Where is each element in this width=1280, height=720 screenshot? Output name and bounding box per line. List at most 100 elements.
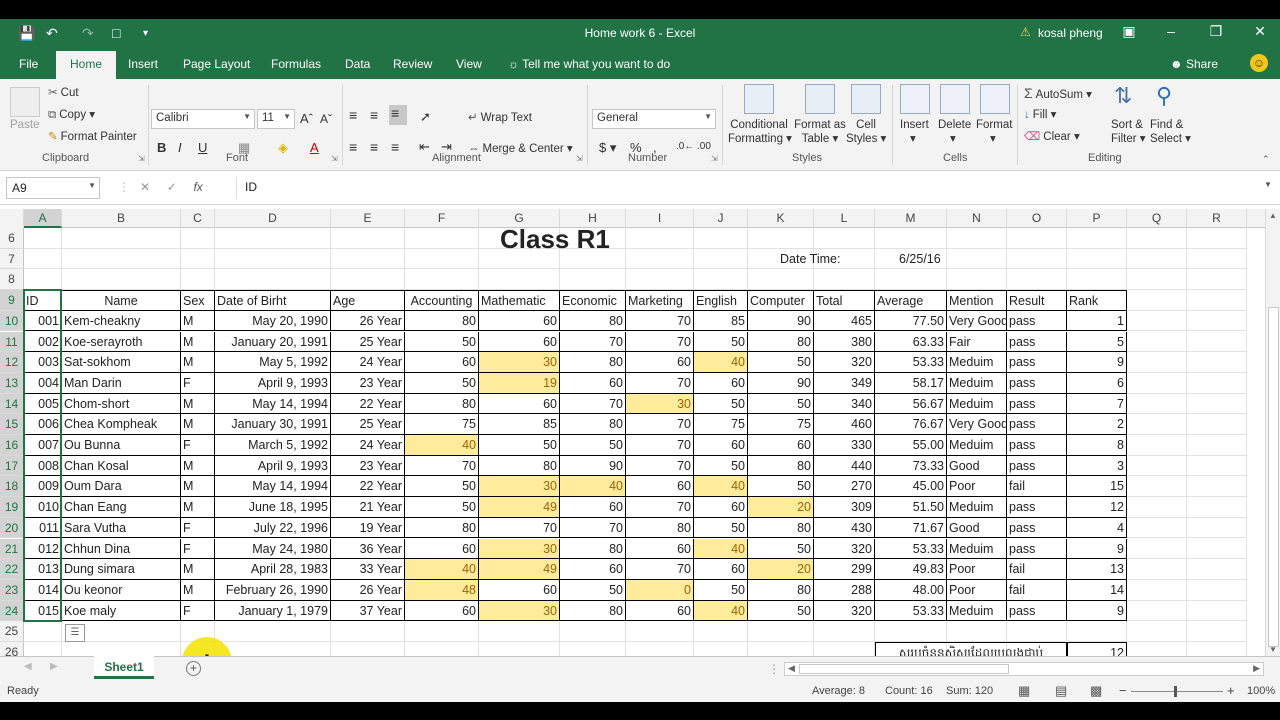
empty-cell[interactable] [24,621,62,642]
clear-button[interactable]: ⌫ Clear ▾ [1024,129,1080,143]
empty-cell[interactable] [1187,331,1247,353]
table-cell[interactable]: F [181,372,215,394]
tab-data[interactable]: Data [345,57,370,71]
tab-home[interactable]: Home [56,51,117,79]
table-header-cell[interactable]: Age [331,290,405,311]
table-cell[interactable]: 430 [814,517,875,539]
prev-sheet-icon[interactable]: ◀ [24,661,32,672]
tab-file[interactable]: File [19,57,38,71]
empty-cell[interactable] [1127,455,1187,477]
empty-cell[interactable] [1127,642,1187,656]
row-header-26[interactable]: 26 [0,642,24,656]
table-cell[interactable]: 005 [24,393,62,415]
table-cell[interactable]: 50 [748,476,814,498]
table-cell[interactable]: 20 [748,559,814,580]
empty-cell[interactable] [479,642,560,656]
next-sheet-icon[interactable]: ▶ [50,661,58,672]
table-header-cell[interactable]: Marketing [626,290,694,311]
empty-cell[interactable] [181,269,215,291]
row-header-25[interactable]: 25 [0,621,24,642]
wrap-text-button[interactable]: ↵ Wrap Text [468,110,532,124]
column-header-j[interactable]: J [694,209,748,228]
table-cell[interactable]: June 18, 1995 [215,497,331,518]
table-cell[interactable]: 50 [748,538,814,560]
table-cell[interactable]: 70 [626,559,694,580]
row-header-19[interactable]: 19 [0,497,24,518]
paste-button[interactable]: Paste [10,119,39,131]
table-header-cell[interactable]: Rank [1067,290,1127,311]
table-cell[interactable]: Meduim [947,372,1007,394]
table-cell[interactable]: M [181,559,215,580]
table-cell[interactable]: 0 [626,579,694,601]
table-cell[interactable]: 50 [405,331,479,353]
table-cell[interactable]: pass [1007,310,1067,332]
scroll-left-icon[interactable]: ◀ [788,663,795,674]
horizontal-scroll-thumb[interactable] [799,664,1009,674]
row-header-9[interactable]: 9 [0,290,24,311]
table-cell[interactable]: 60 [626,600,694,622]
table-cell[interactable]: 006 [24,414,62,435]
table-cell[interactable]: 23 Year [331,372,405,394]
empty-cell[interactable] [331,642,405,656]
table-cell[interactable]: 80 [748,517,814,539]
table-cell[interactable]: March 5, 1992 [215,435,331,456]
table-cell[interactable]: 002 [24,331,62,353]
table-cell[interactable]: 70 [479,517,560,539]
table-cell[interactable]: 011 [24,517,62,539]
column-header-i[interactable]: I [626,209,694,228]
table-cell[interactable]: Poor [947,579,1007,601]
table-cell[interactable]: 80 [560,310,626,332]
table-cell[interactable]: 012 [24,538,62,560]
table-cell[interactable]: Meduim [947,600,1007,622]
row-header-23[interactable]: 23 [0,579,24,601]
table-header-cell[interactable]: English [694,290,748,311]
column-header-k[interactable]: K [748,209,814,228]
summary-label[interactable]: សរុបចំនួនសិស្សដែលប្រលងជាប់ [875,642,1067,656]
empty-cell[interactable] [62,248,181,270]
table-cell[interactable]: 50 [694,455,748,477]
empty-cell[interactable] [1187,497,1247,518]
table-cell[interactable]: 75 [694,414,748,435]
column-header-m[interactable]: M [875,209,947,228]
table-cell[interactable]: Sara Vutha [62,517,181,539]
table-cell[interactable]: 013 [24,559,62,580]
table-cell[interactable]: 60 [694,372,748,394]
table-cell[interactable]: May 14, 1994 [215,476,331,498]
row-header-15[interactable]: 15 [0,414,24,435]
table-cell[interactable]: 60 [748,435,814,456]
table-cell[interactable]: 90 [560,455,626,477]
table-cell[interactable]: 58.17 [875,372,947,394]
table-cell[interactable]: 2 [1067,414,1127,435]
table-cell[interactable]: pass [1007,414,1067,435]
align-left-icon[interactable]: ≡ [349,139,357,155]
table-cell[interactable]: 37 Year [331,600,405,622]
empty-cell[interactable] [331,248,405,270]
empty-cell[interactable] [405,248,479,270]
row-header-21[interactable]: 21 [0,538,24,560]
table-cell[interactable]: F [181,435,215,456]
empty-cell[interactable] [748,642,814,656]
zoom-slider-thumb[interactable] [1174,686,1177,697]
table-cell[interactable]: 70 [560,331,626,353]
font-name-select[interactable]: Calibri ▼ [151,109,255,129]
empty-cell[interactable] [1187,476,1247,498]
table-header-cell[interactable]: ID [24,290,62,311]
table-cell[interactable]: 53.33 [875,538,947,560]
table-cell[interactable]: 22 Year [331,393,405,415]
table-cell[interactable]: pass [1007,600,1067,622]
table-cell[interactable]: 45.00 [875,476,947,498]
conditional-formatting-button[interactable]: Conditional Formatting ▾ [728,119,792,145]
status-average[interactable]: Average: 8 [812,685,865,697]
column-header-f[interactable]: F [405,209,479,228]
empty-cell[interactable] [748,269,814,291]
table-cell[interactable]: 76.67 [875,414,947,435]
table-cell[interactable]: 80 [748,331,814,353]
horizontal-scrollbar[interactable]: ◀ ▶ [784,662,1264,676]
insert-function-icon[interactable]: fx [193,180,202,194]
table-cell[interactable]: 380 [814,331,875,353]
table-cell[interactable]: 50 [560,579,626,601]
table-cell[interactable]: 80 [560,352,626,373]
table-cell[interactable]: 49.83 [875,559,947,580]
table-cell[interactable]: 73.33 [875,455,947,477]
table-cell[interactable]: January 1, 1979 [215,600,331,622]
